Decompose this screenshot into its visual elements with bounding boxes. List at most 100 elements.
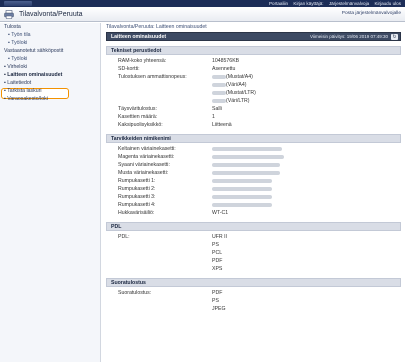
row-label: Kaksipuolisyksikkö:	[118, 122, 163, 128]
row-label: Musta väriainekasetti:	[118, 170, 169, 176]
row-value-redacted	[212, 169, 280, 177]
mail-admin-link[interactable]: Posta järjestelmänvalvojalle	[342, 10, 401, 18]
row-value-redacted	[212, 193, 272, 201]
sidebar: Tulosta ▪ Työn tila ▪ Työloki Vastaanote…	[0, 23, 101, 362]
top-links: Portaaliin Kirjan käyttäjä: Järjestelmän…	[265, 0, 401, 7]
row-ram: RAM-koko yhteensä: 1048576KB	[106, 57, 401, 65]
row-value-redacted	[212, 201, 272, 209]
row-value: Asennettu	[212, 66, 236, 72]
row-print-speed-4: (Väri/LTR)	[106, 97, 401, 105]
row-pdl-5: XPS	[106, 265, 401, 273]
row-label: Syaani väriainekasetti:	[118, 162, 170, 168]
canon-logo	[4, 1, 32, 6]
row-value: (Väri/LTR)	[212, 97, 250, 105]
section-title: Suoratulostus	[106, 278, 401, 287]
content-title: Laitteen ominaisuudet	[111, 34, 167, 40]
row-print-speed-2: (Väri/A4)	[106, 81, 401, 89]
section-title: Tarvikkeiden nimikenimi	[106, 134, 401, 143]
row-value: WT-C1	[212, 210, 229, 216]
row-label: Suoratulostus:	[118, 290, 152, 296]
row-value-redacted	[212, 153, 284, 161]
row-pdl-4: PDF	[106, 257, 401, 265]
section-consumables: Tarvikkeiden nimikenimi Keltainen väriai…	[106, 134, 401, 220]
row-label: PDL:	[118, 234, 130, 240]
row-cassettes: Kasettien määrä: 1	[106, 113, 401, 121]
content-header: Laitteen ominaisuudet Viimeisin päivitys…	[106, 32, 401, 41]
row-value: (Mustat/A4)	[212, 73, 253, 81]
row-value-redacted	[212, 145, 282, 153]
sidebar-item-device-info[interactable]: ▪ Laitetiedot	[0, 79, 100, 87]
sidebar-item-parts-log[interactable]: ▪ Varaosakesto/loki	[0, 95, 100, 103]
sidebar-item-mail-job-log[interactable]: ▪ Työloki	[0, 55, 100, 63]
user-label: Kirjan käyttäjä:	[293, 1, 324, 6]
row-value: 1	[212, 114, 215, 120]
printer-icon	[4, 10, 14, 19]
row-value: JPEG	[212, 306, 226, 312]
row-value: (Väri/A4)	[212, 81, 246, 89]
row-value: (Mustat/LTR)	[212, 89, 256, 97]
sidebar-item-job-log[interactable]: ▪ Työloki	[0, 39, 100, 47]
row-value: PS	[212, 242, 219, 248]
row-value: PS	[212, 298, 219, 304]
sidebar-item-print[interactable]: Tulosta	[0, 23, 100, 31]
row-cyan-toner: Syaani väriainekasetti:	[106, 161, 401, 169]
row-value-redacted	[212, 161, 280, 169]
row-label: Magenta väriainekasetti:	[118, 154, 175, 160]
row-value: XPS	[212, 266, 223, 272]
row-value: UFR II	[212, 234, 227, 240]
sidebar-item-device-features[interactable]: ▪ Laitteen ominaisuudet	[0, 71, 100, 79]
sidebar-item-error-log[interactable]: ▪ Virheloki	[0, 63, 100, 71]
row-label: RAM-koko yhteensä:	[118, 58, 167, 64]
row-label: Tulostuksen ammattisnopeus:	[118, 74, 187, 80]
row-direct-print-2: PS	[106, 297, 401, 305]
sidebar-item-received-mail[interactable]: Vastaanotetut sähköpostit	[0, 47, 100, 55]
section-title: PDL	[106, 222, 401, 231]
section-basic-specs: Tekniset perustiedot RAM-koko yhteensä: …	[106, 46, 401, 132]
row-sd-card: SD-kortti: Asennettu	[106, 65, 401, 73]
refresh-icon[interactable]: ↻	[391, 34, 398, 40]
section-pdl: PDL PDL: UFR II PS PCL PDF XPS	[106, 222, 401, 276]
row-label: Rumpukasetti 1:	[118, 178, 156, 184]
row-drum-1: Rumpukasetti 1:	[106, 177, 401, 185]
row-label: Rumpukasetti 3:	[118, 194, 156, 200]
last-updated: Viimeisin päivitys: 19/06 2019 07:49:30	[310, 34, 388, 39]
user-name: Järjestelmänvalvoja	[328, 1, 370, 6]
row-direct-print: Suoratulostus: PDF	[106, 289, 401, 297]
row-print-speed: Tulostuksen ammattisnopeus: (Mustat/A4)	[106, 73, 401, 81]
page-header: Tilavalvonta/Peruuta Posta järjestelmänv…	[0, 7, 405, 22]
row-value-redacted	[212, 185, 272, 193]
row-value: 1048576KB	[212, 58, 240, 64]
row-label: Täysväritulostus:	[118, 106, 157, 112]
logout-link[interactable]: Kirjaudu ulos	[374, 1, 401, 6]
row-label: Keltainen väriainekasetti:	[118, 146, 176, 152]
row-value: PDF	[212, 290, 223, 296]
row-direct-print-3: JPEG	[106, 305, 401, 313]
portal-link[interactable]: Portaaliin	[269, 1, 288, 6]
row-waste-toner: Hukkavärisäiliö: WT-C1	[106, 209, 401, 217]
row-value: PDF	[212, 258, 223, 264]
section-direct-print: Suoratulostus Suoratulostus: PDF PS JPEG	[106, 278, 401, 316]
row-pdl: PDL: UFR II	[106, 233, 401, 241]
row-pdl-2: PS	[106, 241, 401, 249]
row-yellow-toner: Keltainen väriainekasetti:	[106, 145, 401, 153]
row-label: SD-kortti:	[118, 66, 140, 72]
row-duplex: Kaksipuolisyksikkö: Liitteenä	[106, 121, 401, 129]
row-label: Hukkavärisäiliö:	[118, 210, 155, 216]
row-label: Kasettien määrä:	[118, 114, 158, 120]
row-label: Rumpukasetti 2:	[118, 186, 156, 192]
row-magenta-toner: Magenta väriainekasetti:	[106, 153, 401, 161]
row-label: Rumpukasetti 4:	[118, 202, 156, 208]
top-bar: Portaaliin Kirjan käyttäjä: Järjestelmän…	[0, 0, 405, 7]
breadcrumb: Tilavalvonta/Peruuta: Laitteen ominaisuu…	[106, 24, 207, 30]
sidebar-item-job-status[interactable]: ▪ Työn tila	[0, 31, 100, 39]
row-full-color: Täysväritulostus: Salli	[106, 105, 401, 113]
sidebar-item-check-counter[interactable]: ▪ Tarkista laskuri	[0, 87, 100, 95]
row-drum-3: Rumpukasetti 3:	[106, 193, 401, 201]
row-drum-2: Rumpukasetti 2:	[106, 185, 401, 193]
page-title: Tilavalvonta/Peruuta	[19, 11, 83, 18]
row-black-toner: Musta väriainekasetti:	[106, 169, 401, 177]
row-value: Liitteenä	[212, 122, 232, 128]
row-value-redacted	[212, 177, 272, 185]
row-pdl-3: PCL	[106, 249, 401, 257]
row-print-speed-3: (Mustat/LTR)	[106, 89, 401, 97]
